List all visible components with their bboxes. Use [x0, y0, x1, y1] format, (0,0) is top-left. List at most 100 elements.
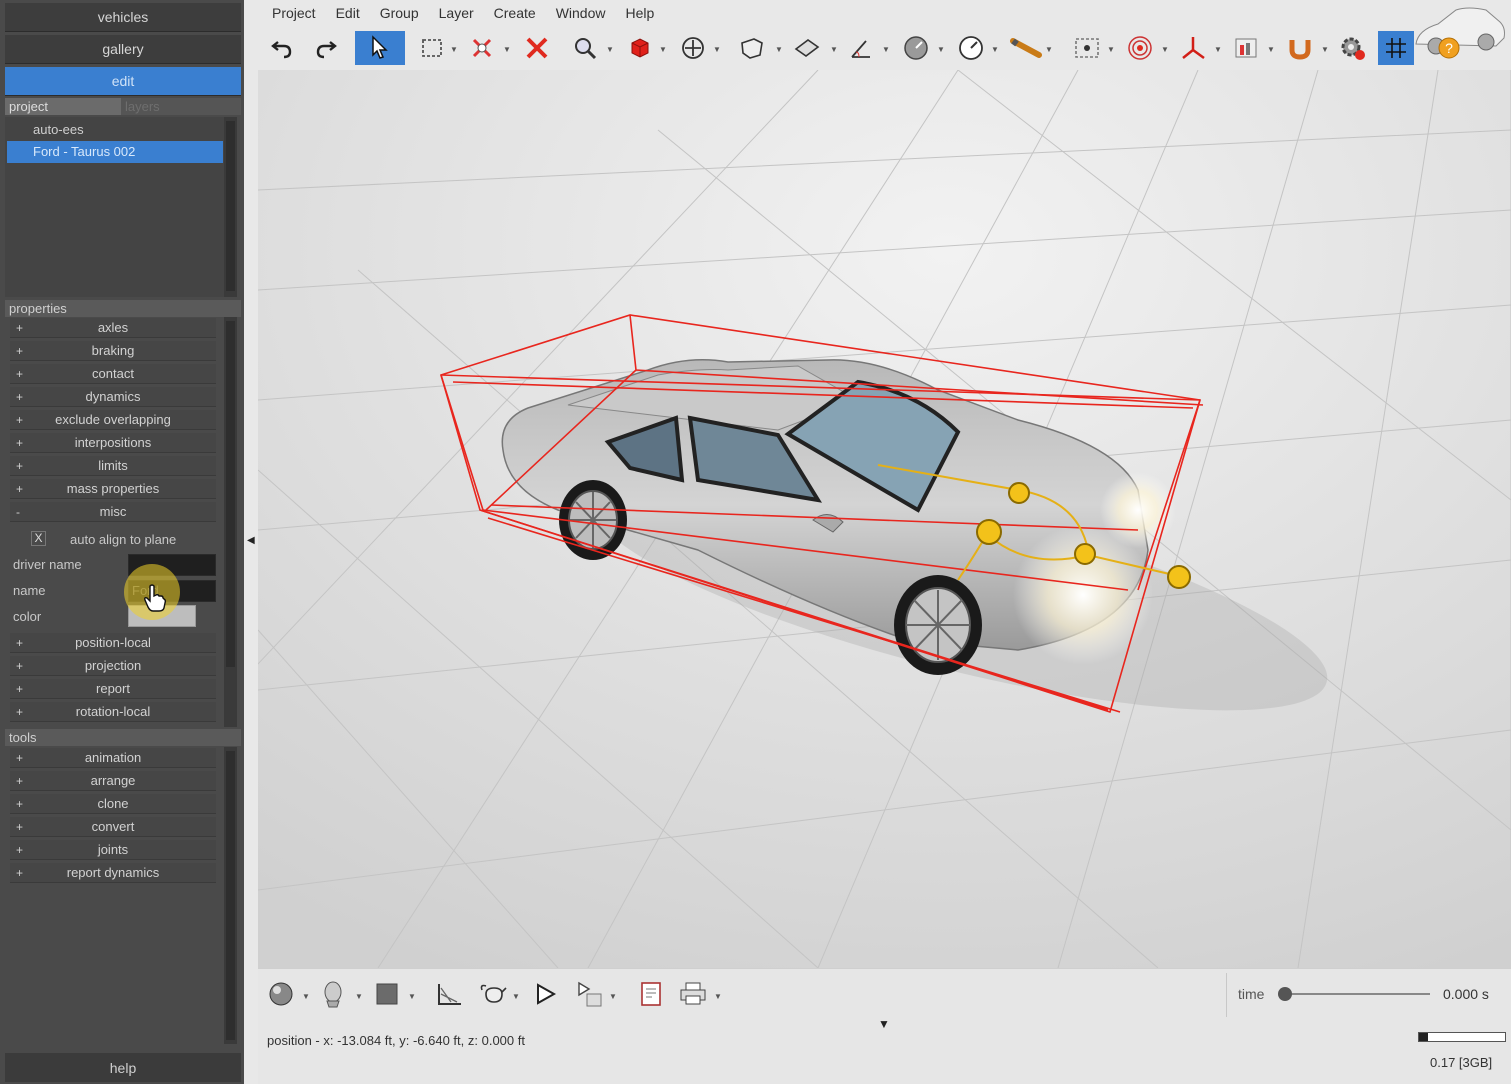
expand-plus-icon[interactable]: +	[16, 840, 23, 860]
property-limits[interactable]: + limits	[10, 456, 216, 476]
gauge-icon[interactable]	[955, 31, 987, 65]
tool-joints[interactable]: + joints	[10, 840, 216, 860]
tool-clone[interactable]: + clone	[10, 794, 216, 814]
gear-icon[interactable]	[1337, 31, 1369, 65]
property-interpositions[interactable]: + interpositions	[10, 433, 216, 453]
property-exclude-overlapping[interactable]: + exclude overlapping	[10, 410, 216, 430]
menu-group[interactable]: Group	[370, 0, 429, 26]
cube-icon[interactable]	[623, 31, 655, 65]
time-slider-knob[interactable]	[1278, 987, 1292, 1001]
expand-arrow-icon[interactable]: ▼	[878, 1017, 890, 1031]
menu-create[interactable]: Create	[484, 0, 546, 26]
project-item-ford-taurus[interactable]: Ford - Taurus 002	[7, 141, 223, 163]
pencil-tool-icon[interactable]	[1007, 31, 1047, 65]
expand-plus-icon[interactable]: +	[16, 479, 23, 499]
expand-plus-icon[interactable]: +	[16, 433, 23, 453]
project-scroll-thumb[interactable]	[226, 121, 235, 291]
move-icon[interactable]	[677, 31, 709, 65]
measure-angle-icon[interactable]	[845, 31, 877, 65]
property-label: report	[96, 681, 130, 696]
rectangle-select-icon[interactable]	[416, 31, 448, 65]
properties-scroll-thumb[interactable]	[226, 321, 235, 667]
project-scrollbar[interactable]	[224, 117, 237, 297]
expand-plus-icon[interactable]: +	[16, 656, 23, 676]
tool-report-dynamics[interactable]: + report dynamics	[10, 863, 216, 883]
head-view-icon[interactable]	[316, 977, 350, 1011]
menu-help[interactable]: Help	[615, 0, 664, 26]
undo-icon[interactable]	[266, 31, 298, 65]
property-contact[interactable]: + contact	[10, 364, 216, 384]
expand-plus-icon[interactable]: +	[16, 863, 23, 883]
tab-layers[interactable]: layers	[121, 98, 241, 115]
tab-project[interactable]: project	[5, 98, 121, 115]
collapse-minus-icon[interactable]: -	[16, 502, 20, 522]
expand-plus-icon[interactable]: +	[16, 387, 23, 407]
redo-icon[interactable]	[310, 31, 342, 65]
nav-edit-button[interactable]: edit	[5, 67, 241, 96]
sphere-shading-icon[interactable]	[264, 977, 298, 1011]
project-item-auto-ees[interactable]: auto-ees	[7, 119, 223, 141]
property-report[interactable]: + report	[10, 679, 216, 699]
properties-scrollbar[interactable]	[224, 317, 237, 727]
expand-plus-icon[interactable]: +	[16, 702, 23, 722]
expand-plus-icon[interactable]: +	[16, 318, 23, 338]
property-position-local[interactable]: + position-local	[10, 633, 216, 653]
select-arrow-icon[interactable]	[355, 31, 405, 65]
dial-icon[interactable]	[900, 31, 932, 65]
help-icon[interactable]: ?	[1433, 31, 1465, 65]
menu-edit[interactable]: Edit	[326, 0, 370, 26]
property-dynamics[interactable]: + dynamics	[10, 387, 216, 407]
tools-scrollbar[interactable]	[224, 747, 237, 1044]
print-icon[interactable]	[676, 977, 710, 1011]
graph-icon[interactable]	[432, 977, 466, 1011]
plane-icon[interactable]	[791, 31, 823, 65]
target-icon[interactable]	[1124, 31, 1156, 65]
expand-plus-icon[interactable]: +	[16, 771, 23, 791]
property-mass-properties[interactable]: + mass properties	[10, 479, 216, 499]
pin-icon[interactable]	[466, 31, 498, 65]
help-button[interactable]: help	[5, 1053, 241, 1082]
menu-bar: Project Edit Group Layer Create Window H…	[262, 0, 664, 26]
play-icon[interactable]	[528, 977, 562, 1011]
nav-gallery-button[interactable]: gallery	[5, 35, 241, 64]
3d-viewport[interactable]	[258, 70, 1511, 968]
auto-align-label: auto align to plane	[70, 532, 177, 547]
menu-layer[interactable]: Layer	[429, 0, 484, 26]
expand-plus-icon[interactable]: +	[16, 817, 23, 837]
expand-plus-icon[interactable]: +	[16, 456, 23, 476]
tool-convert[interactable]: + convert	[10, 817, 216, 837]
camera-target-icon[interactable]	[1071, 31, 1103, 65]
nav-vehicles-button[interactable]: vehicles	[5, 3, 241, 32]
time-slider-track[interactable]	[1285, 993, 1430, 995]
tool-animation[interactable]: + animation	[10, 748, 216, 768]
zoom-icon[interactable]	[569, 31, 601, 65]
tools-scroll-thumb[interactable]	[226, 751, 235, 1040]
tool-arrange[interactable]: + arrange	[10, 771, 216, 791]
auto-align-checkbox[interactable]: X	[31, 531, 46, 546]
expand-plus-icon[interactable]: +	[16, 364, 23, 384]
expand-plus-icon[interactable]: +	[16, 679, 23, 699]
play-list-icon[interactable]	[572, 977, 606, 1011]
property-misc[interactable]: - misc	[10, 502, 216, 522]
axis-icon[interactable]	[1177, 31, 1209, 65]
report-icon[interactable]	[634, 977, 668, 1011]
property-rotation-local[interactable]: + rotation-local	[10, 702, 216, 722]
color-fill-icon[interactable]	[370, 977, 404, 1011]
box-wire-icon[interactable]	[736, 31, 768, 65]
delete-icon[interactable]	[521, 31, 553, 65]
expand-plus-icon[interactable]: +	[16, 748, 23, 768]
teapot-icon[interactable]	[476, 977, 510, 1011]
property-axles[interactable]: + axles	[10, 318, 216, 338]
expand-plus-icon[interactable]: +	[16, 410, 23, 430]
property-braking[interactable]: + braking	[10, 341, 216, 361]
expand-plus-icon[interactable]: +	[16, 794, 23, 814]
property-projection[interactable]: + projection	[10, 656, 216, 676]
panel-collapse-arrow-icon[interactable]: ◀	[247, 535, 255, 546]
memory-value: 0.17 [3GB]	[1430, 1055, 1493, 1070]
expand-plus-icon[interactable]: +	[16, 633, 23, 653]
chart-icon[interactable]	[1230, 31, 1262, 65]
magnet-icon[interactable]	[1284, 31, 1316, 65]
menu-project[interactable]: Project	[262, 0, 326, 26]
expand-plus-icon[interactable]: +	[16, 341, 23, 361]
menu-window[interactable]: Window	[546, 0, 616, 26]
